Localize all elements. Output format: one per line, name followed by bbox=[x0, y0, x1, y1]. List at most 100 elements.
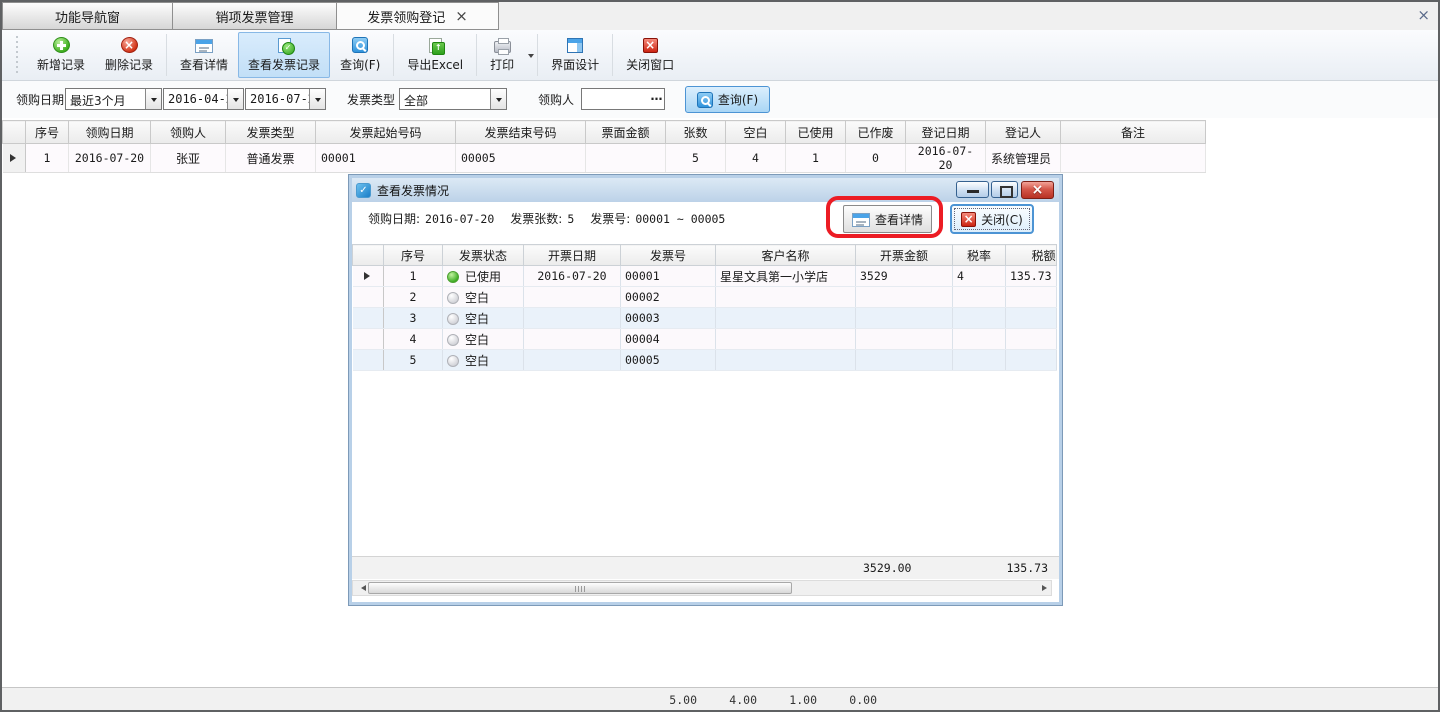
column-header[interactable]: 领购人 bbox=[151, 121, 226, 144]
date-preset-dropdown[interactable]: 最近3个月 bbox=[65, 88, 162, 110]
button-label: 查询(F) bbox=[340, 56, 380, 73]
horizontal-scrollbar[interactable] bbox=[352, 580, 1052, 596]
cell-date bbox=[524, 329, 621, 350]
chevron-down-icon[interactable] bbox=[528, 54, 534, 61]
toolbar-separator bbox=[393, 34, 394, 76]
scrollbar-thumb[interactable] bbox=[368, 582, 792, 594]
column-header[interactable]: 领购日期 bbox=[69, 121, 151, 144]
column-header[interactable]: 张数 bbox=[666, 121, 726, 144]
date-from-dropdown[interactable]: 2016-04-20 bbox=[163, 88, 244, 110]
window-design-icon bbox=[567, 38, 583, 53]
tab-label: 发票领购登记 bbox=[367, 7, 445, 26]
toolbar: 新增记录 删除记录 查看详情 查看发票记录 查询(F) 导出Excel bbox=[2, 30, 1438, 81]
column-header[interactable]: 登记人 bbox=[986, 121, 1061, 144]
cell-date bbox=[524, 308, 621, 329]
query-submit-button[interactable]: 查询(F) bbox=[685, 86, 770, 113]
ui-design-button[interactable]: 界面设计 bbox=[541, 32, 609, 78]
button-label: 删除记录 bbox=[105, 56, 153, 73]
button-label: 关闭窗口 bbox=[626, 56, 674, 73]
chevron-down-icon[interactable] bbox=[227, 89, 243, 109]
export-excel-button[interactable]: 导出Excel bbox=[397, 32, 473, 78]
status-blank-icon bbox=[447, 334, 459, 346]
cell-remark bbox=[1061, 144, 1206, 173]
column-header[interactable]: 已使用 bbox=[786, 121, 846, 144]
cell-date bbox=[524, 350, 621, 371]
purchaser-label: 领购人 bbox=[538, 91, 574, 108]
table-row[interactable]: 5 空白 00005 bbox=[353, 350, 1057, 371]
cell-blank: 4 bbox=[726, 144, 786, 173]
delete-record-button[interactable]: 删除记录 bbox=[95, 32, 163, 78]
print-button[interactable]: 打印 bbox=[480, 32, 524, 78]
tab-sales-invoice[interactable]: 销项发票管理 bbox=[172, 2, 337, 30]
column-header[interactable]: 发票结束号码 bbox=[456, 121, 586, 144]
minimize-button[interactable] bbox=[956, 181, 989, 198]
query-button[interactable]: 查询(F) bbox=[330, 32, 390, 78]
status-used-icon bbox=[447, 271, 459, 283]
column-header[interactable]: 序号 bbox=[26, 121, 69, 144]
cell-rate bbox=[953, 329, 1006, 350]
table-row[interactable]: 3 空白 00003 bbox=[353, 308, 1057, 329]
invoice-type-dropdown[interactable]: 全部 bbox=[399, 88, 507, 110]
chevron-down-icon[interactable] bbox=[309, 89, 325, 109]
column-header[interactable]: 发票状态 bbox=[443, 245, 524, 266]
new-record-button[interactable]: 新增记录 bbox=[27, 32, 95, 78]
cell-status: 空白 bbox=[465, 312, 489, 326]
tab-invoice-purchase-register[interactable]: 发票领购登记 × bbox=[336, 2, 499, 30]
column-header[interactable]: 开票金额 bbox=[856, 245, 953, 266]
column-header[interactable]: 票面金额 bbox=[586, 121, 666, 144]
view-detail-button[interactable]: 查看详情 bbox=[843, 205, 932, 233]
table-row[interactable]: 1 已使用 2016-07-20 00001 星星文具第一小学店 3529 4 … bbox=[353, 266, 1057, 287]
chevron-down-icon[interactable] bbox=[145, 89, 161, 109]
scroll-left-icon[interactable] bbox=[353, 581, 368, 595]
form-detail-icon bbox=[852, 213, 870, 227]
table-row[interactable]: 4 空白 00004 bbox=[353, 329, 1057, 350]
printer-icon bbox=[494, 41, 511, 53]
cell-rate: 4 bbox=[953, 266, 1006, 287]
toolbar-grip[interactable] bbox=[16, 36, 21, 74]
table-row[interactable]: 2 空白 00002 bbox=[353, 287, 1057, 308]
close-window-button[interactable]: 关闭窗口 bbox=[616, 32, 684, 78]
purchaser-input[interactable] bbox=[582, 89, 649, 109]
column-header[interactable]: 发票起始号码 bbox=[316, 121, 456, 144]
ellipsis-button[interactable]: … bbox=[649, 91, 664, 107]
close-icon[interactable]: × bbox=[1417, 6, 1430, 24]
cell-voided: 0 bbox=[846, 144, 906, 173]
purchase-date-value: 2016-07-20 bbox=[425, 212, 494, 226]
cell-register-date: 2016-07-20 bbox=[906, 144, 986, 173]
cell-tax: 135.73 bbox=[1006, 266, 1057, 287]
tab-close-icon[interactable]: × bbox=[455, 9, 468, 23]
total-amount: 3529.00 bbox=[863, 561, 911, 575]
column-header[interactable]: 发票类型 bbox=[226, 121, 316, 144]
purchase-date-label: 领购日期: bbox=[368, 210, 420, 227]
tab-function-nav[interactable]: 功能导航窗 bbox=[2, 2, 173, 30]
column-header[interactable]: 已作废 bbox=[846, 121, 906, 144]
column-header[interactable]: 发票号 bbox=[621, 245, 716, 266]
maximize-button[interactable] bbox=[991, 181, 1018, 198]
dialog-icon bbox=[356, 183, 371, 198]
view-detail-button[interactable]: 查看详情 bbox=[170, 32, 238, 78]
table-row[interactable]: 1 2016-07-20 张亚 普通发票 00001 00005 5 4 1 0… bbox=[3, 144, 1206, 173]
date-to-dropdown[interactable]: 2016-07-20 bbox=[245, 88, 326, 110]
selector-header bbox=[353, 245, 384, 266]
cell-count: 5 bbox=[666, 144, 726, 173]
cell-status: 已使用 bbox=[465, 270, 501, 284]
cell-amount: 3529 bbox=[856, 266, 953, 287]
column-header[interactable]: 税率 bbox=[953, 245, 1006, 266]
dialog-title: 查看发票情况 bbox=[377, 182, 449, 199]
cell-used: 1 bbox=[786, 144, 846, 173]
column-header[interactable]: 开票日期 bbox=[524, 245, 621, 266]
dialog-close-button[interactable]: 关闭(C) bbox=[950, 204, 1034, 234]
column-header[interactable]: 空白 bbox=[726, 121, 786, 144]
column-header[interactable]: 备注 bbox=[1061, 121, 1206, 144]
chevron-down-icon[interactable] bbox=[490, 89, 506, 109]
column-header[interactable]: 税额 bbox=[1006, 245, 1057, 266]
scroll-right-icon[interactable] bbox=[1036, 581, 1051, 595]
column-header[interactable]: 序号 bbox=[384, 245, 443, 266]
cell-purchase-date: 2016-07-20 bbox=[69, 144, 151, 173]
dialog-titlebar[interactable]: 查看发票情况 bbox=[352, 178, 1059, 202]
column-header[interactable]: 客户名称 bbox=[716, 245, 856, 266]
summary-blank: 4.00 bbox=[717, 693, 757, 707]
column-header[interactable]: 登记日期 bbox=[906, 121, 986, 144]
view-invoice-records-button[interactable]: 查看发票记录 bbox=[238, 32, 330, 78]
close-button[interactable] bbox=[1021, 181, 1054, 199]
